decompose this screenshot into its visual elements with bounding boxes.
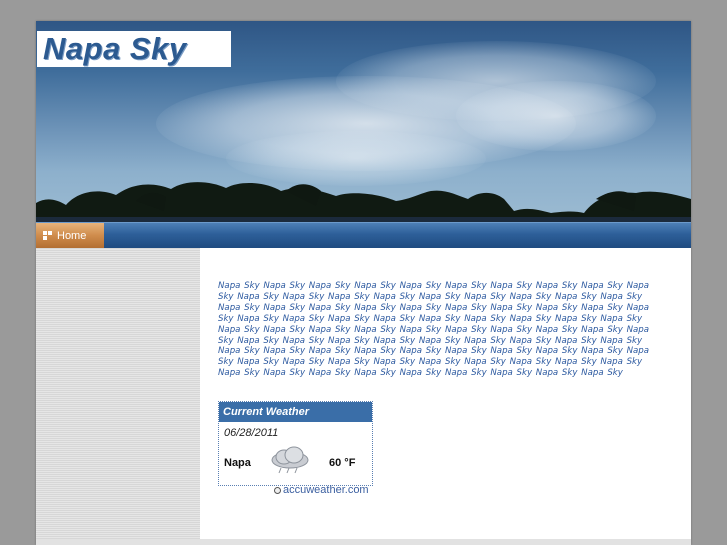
accuweather-label: accuweather.com (283, 484, 369, 496)
left-sidebar (36, 248, 200, 545)
keyword-text-block: Napa Sky Napa Sky Napa Sky Napa Sky Napa… (218, 281, 649, 379)
nav-item-label: Home (57, 229, 87, 242)
site-logo[interactable]: Napa Sky (37, 31, 231, 67)
page-container: Napa Sky Home Napa Sky Napa Sky Napa Sky… (36, 21, 691, 545)
nav-item-home[interactable]: Home (36, 223, 104, 248)
site-title: Napa Sky (43, 31, 187, 66)
weather-city: Napa (224, 457, 251, 469)
accuweather-icon (274, 486, 281, 494)
weather-heading: Current Weather (219, 402, 372, 422)
grid-icon (43, 231, 52, 240)
navigation-bar: Home (36, 222, 691, 248)
accuweather-link[interactable]: accuweather.com (274, 484, 369, 496)
header-banner: Napa Sky (36, 21, 691, 222)
weather-temperature: 60 °F (329, 457, 356, 469)
footer-strip (36, 539, 691, 545)
cloudy-rain-icon (271, 446, 309, 474)
weather-date: 06/28/2011 (224, 427, 279, 439)
weather-widget: Current Weather 06/28/2011 Napa 60 °F (218, 401, 373, 486)
